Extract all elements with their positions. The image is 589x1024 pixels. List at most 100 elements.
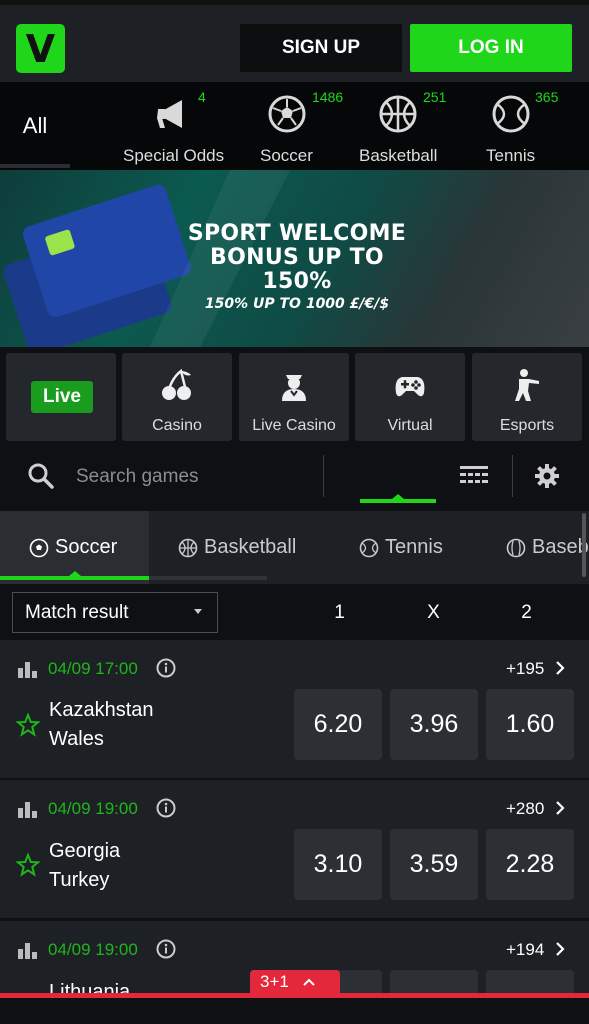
special-odds-label: Special Odds bbox=[123, 146, 225, 165]
page: V SIGN UP LOG IN All 4 Special Odds 1486… bbox=[0, 0, 589, 1024]
tile-live-casino-label: Live Casino bbox=[252, 417, 336, 434]
soldier-icon bbox=[515, 369, 539, 401]
match-datetime: 04/09 19:00 bbox=[48, 799, 138, 818]
tab-basketball[interactable]: Basketball bbox=[178, 511, 296, 584]
more-markets-count[interactable]: +194 bbox=[506, 940, 544, 960]
info-icon[interactable] bbox=[156, 658, 176, 678]
tab-active-notch bbox=[69, 571, 81, 576]
basketball-count: 251 bbox=[423, 89, 447, 105]
info-icon[interactable] bbox=[156, 798, 176, 818]
gamepad-icon bbox=[395, 377, 425, 397]
tile-live-casino[interactable]: Live Casino bbox=[239, 353, 349, 441]
signup-button[interactable]: SIGN UP bbox=[240, 24, 402, 72]
login-button[interactable]: LOG IN bbox=[410, 24, 572, 72]
stats-icon[interactable] bbox=[18, 660, 38, 678]
home-team: Kazakhstan bbox=[49, 699, 154, 721]
dealer-icon bbox=[282, 375, 306, 401]
toolbar-divider bbox=[323, 455, 324, 497]
brand-logo[interactable]: V bbox=[16, 24, 65, 73]
tile-virtual[interactable]: Virtual bbox=[355, 353, 465, 441]
live-badge: Live bbox=[31, 381, 93, 413]
stats-icon[interactable] bbox=[18, 941, 38, 959]
banner-subline: 150% UP TO 1000 £/€/$ bbox=[204, 296, 390, 312]
tab-underline-track bbox=[149, 576, 267, 580]
soccer-ball-icon bbox=[268, 95, 306, 133]
stats-icon[interactable] bbox=[18, 800, 38, 818]
soccer-label: Soccer bbox=[260, 146, 313, 165]
tennis-label: Tennis bbox=[486, 146, 536, 165]
megaphone-icon bbox=[157, 100, 182, 128]
list-view-icon[interactable] bbox=[460, 464, 488, 488]
chevron-right-icon[interactable] bbox=[554, 942, 566, 956]
match-datetime: 04/09 19:00 bbox=[48, 940, 138, 959]
more-markets-count[interactable]: +195 bbox=[506, 659, 544, 679]
tab-active-indicator bbox=[0, 576, 149, 580]
odds-home-button[interactable]: 6.20 bbox=[294, 689, 382, 760]
tab-basketball-label: Basketball bbox=[204, 536, 297, 558]
home-team: Georgia bbox=[49, 840, 121, 862]
sport-category-special-odds[interactable]: 4 Special Odds bbox=[118, 82, 230, 170]
market-header: Match result 1 X 2 bbox=[0, 584, 589, 640]
toolbar-divider-2 bbox=[512, 455, 513, 497]
market-dropdown[interactable]: Match result bbox=[12, 592, 218, 633]
tennis-ball-icon bbox=[492, 95, 530, 133]
tile-esports[interactable]: Esports bbox=[472, 353, 582, 441]
star-favorite-icon[interactable] bbox=[16, 713, 40, 737]
tab-tennis[interactable]: Tennis bbox=[359, 511, 443, 584]
sport-category-basketball[interactable]: 251 Basketball bbox=[356, 82, 446, 170]
caret-down-icon bbox=[194, 609, 202, 614]
tabs-scrollbar[interactable] bbox=[582, 513, 586, 577]
tile-casino[interactable]: Casino bbox=[122, 353, 232, 441]
banner-headline-2: BONUS UP TO 150% bbox=[210, 245, 384, 294]
search-input[interactable] bbox=[76, 463, 306, 491]
soccer-ball-icon bbox=[29, 538, 49, 557]
betslip-count: 3+1 bbox=[260, 972, 289, 991]
odds-draw-button[interactable]: 3.96 bbox=[390, 689, 478, 760]
bottom-nav bbox=[0, 998, 589, 1024]
sport-category-all[interactable]: All bbox=[0, 82, 70, 170]
betslip-toggle[interactable]: 3+1 bbox=[250, 970, 340, 994]
column-away: 2 bbox=[521, 602, 532, 623]
baseball-icon bbox=[506, 538, 526, 557]
view-active-indicator bbox=[360, 499, 436, 503]
match-card[interactable]: 04/09 19:00 +280 Georgia Turkey 3.10 3.5… bbox=[0, 780, 589, 918]
away-team: Wales bbox=[49, 728, 104, 750]
top-header: V SIGN UP LOG IN bbox=[0, 0, 589, 82]
basketball-icon bbox=[178, 538, 198, 557]
basketball-label: Basketball bbox=[359, 146, 438, 165]
more-markets-count[interactable]: +280 bbox=[506, 799, 544, 819]
gear-icon[interactable] bbox=[534, 463, 560, 489]
match-datetime: 04/09 17:00 bbox=[48, 659, 138, 678]
special-odds-count: 4 bbox=[198, 89, 206, 105]
tile-live[interactable]: Live bbox=[6, 353, 116, 441]
tennis-ball-icon bbox=[359, 538, 379, 557]
cherries-icon bbox=[162, 368, 191, 400]
odds-away-button[interactable]: 1.60 bbox=[486, 689, 574, 760]
tile-virtual-label: Virtual bbox=[387, 417, 433, 434]
star-favorite-icon[interactable] bbox=[16, 853, 40, 877]
promo-banner[interactable]: SPORT WELCOME BONUS UP TO 150% 150% UP T… bbox=[0, 170, 589, 347]
tennis-count: 365 bbox=[535, 89, 559, 105]
tab-tennis-label: Tennis bbox=[385, 536, 443, 558]
tab-baseball[interactable]: Baseb bbox=[506, 511, 589, 584]
odds-home-button[interactable]: 3.10 bbox=[294, 829, 382, 900]
basketball-icon bbox=[379, 95, 417, 133]
market-dropdown-value: Match result bbox=[25, 601, 129, 623]
match-card[interactable]: 04/09 17:00 +195 Kazakhstan Wales 6.20 3… bbox=[0, 640, 589, 778]
tab-baseball-label: Baseb bbox=[532, 536, 589, 558]
all-active-indicator bbox=[0, 164, 70, 168]
chevron-right-icon[interactable] bbox=[554, 801, 566, 815]
sport-category-soccer[interactable]: 1486 Soccer bbox=[252, 82, 343, 170]
sport-category-tennis[interactable]: 365 Tennis bbox=[480, 82, 570, 170]
quick-access-tiles: Live Casino Live Casino Virtual Esports bbox=[0, 347, 589, 447]
soccer-count: 1486 bbox=[312, 89, 344, 105]
search-icon[interactable] bbox=[27, 462, 55, 490]
tab-soccer-label: Soccer bbox=[55, 536, 118, 558]
chevron-right-icon[interactable] bbox=[554, 661, 566, 675]
column-home: 1 bbox=[334, 602, 345, 623]
sport-tabs: Soccer Basketball Tennis Baseb bbox=[0, 511, 589, 584]
info-icon[interactable] bbox=[156, 939, 176, 959]
tile-casino-label: Casino bbox=[152, 417, 202, 434]
odds-away-button[interactable]: 2.28 bbox=[486, 829, 574, 900]
odds-draw-button[interactable]: 3.59 bbox=[390, 829, 478, 900]
